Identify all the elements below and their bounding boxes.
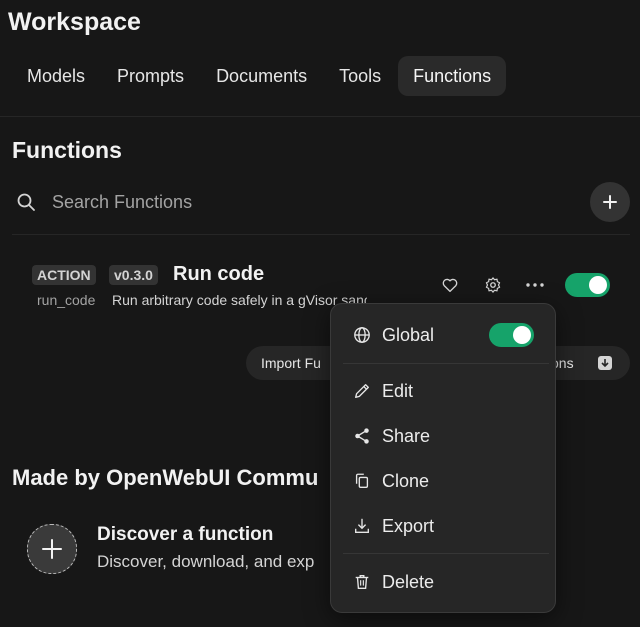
menu-label-edit: Edit (382, 380, 414, 401)
copy-icon (352, 471, 372, 491)
menu-label-share: Share (382, 425, 431, 446)
trash-icon (352, 572, 372, 592)
function-enabled-toggle[interactable] (565, 273, 610, 297)
menu-divider (343, 363, 549, 364)
function-name[interactable]: Run code (173, 263, 264, 286)
heart-icon (442, 278, 458, 293)
menu-label-clone: Clone (382, 470, 430, 491)
share-icon (352, 426, 372, 446)
menu-item-clone[interactable]: Clone (331, 461, 555, 501)
menu-item-delete[interactable]: Delete (331, 562, 555, 602)
workspace-tabs: Models Prompts Documents Tools Functions (12, 56, 507, 96)
plus-icon (42, 539, 62, 559)
list-divider (12, 234, 630, 235)
more-options-button[interactable] (521, 271, 549, 299)
favorite-button[interactable] (436, 271, 464, 299)
version-badge: v0.3.0 (109, 265, 158, 285)
pencil-icon (352, 381, 372, 401)
menu-item-export[interactable]: Export (331, 506, 555, 546)
download-icon (352, 516, 372, 536)
menu-label-global: Global (382, 324, 435, 345)
community-title: Made by OpenWebUI Commu (12, 465, 319, 490)
tab-prompts[interactable]: Prompts (102, 56, 199, 96)
globe-icon (352, 325, 372, 345)
toggle-knob (589, 276, 607, 294)
global-toggle[interactable] (489, 323, 534, 347)
menu-item-edit[interactable]: Edit (331, 371, 555, 411)
gear-icon (485, 277, 501, 293)
settings-button[interactable] (479, 271, 507, 299)
search-icon (16, 192, 36, 212)
ellipsis-icon (526, 283, 544, 287)
function-description: Run arbitrary code safely in a gVisor sa… (112, 292, 367, 308)
discover-title[interactable]: Discover a function (97, 524, 273, 546)
menu-item-share[interactable]: Share (331, 416, 555, 456)
function-id: run_code (37, 292, 96, 308)
section-title: Functions (12, 137, 122, 163)
type-badge: ACTION (32, 265, 96, 285)
function-context-menu: Global Edit Share Clone Export Delete (330, 303, 556, 613)
header-divider (0, 116, 640, 117)
page-title: Workspace (8, 8, 141, 36)
plus-icon (603, 195, 617, 209)
menu-divider (343, 553, 549, 554)
tab-functions[interactable]: Functions (398, 56, 507, 96)
menu-label-export: Export (382, 515, 435, 536)
discover-function-button[interactable] (27, 524, 77, 574)
discover-description: Discover, download, and exp (97, 552, 315, 571)
menu-label-delete: Delete (382, 571, 435, 592)
tab-models[interactable]: Models (12, 56, 100, 96)
tab-documents[interactable]: Documents (201, 56, 322, 96)
import-functions-button[interactable]: Import Fu (261, 346, 321, 380)
tab-tools[interactable]: Tools (324, 56, 396, 96)
add-function-button[interactable] (590, 182, 630, 222)
download-icon[interactable] (597, 355, 613, 371)
search-input[interactable] (42, 186, 582, 218)
toggle-knob (513, 326, 531, 344)
